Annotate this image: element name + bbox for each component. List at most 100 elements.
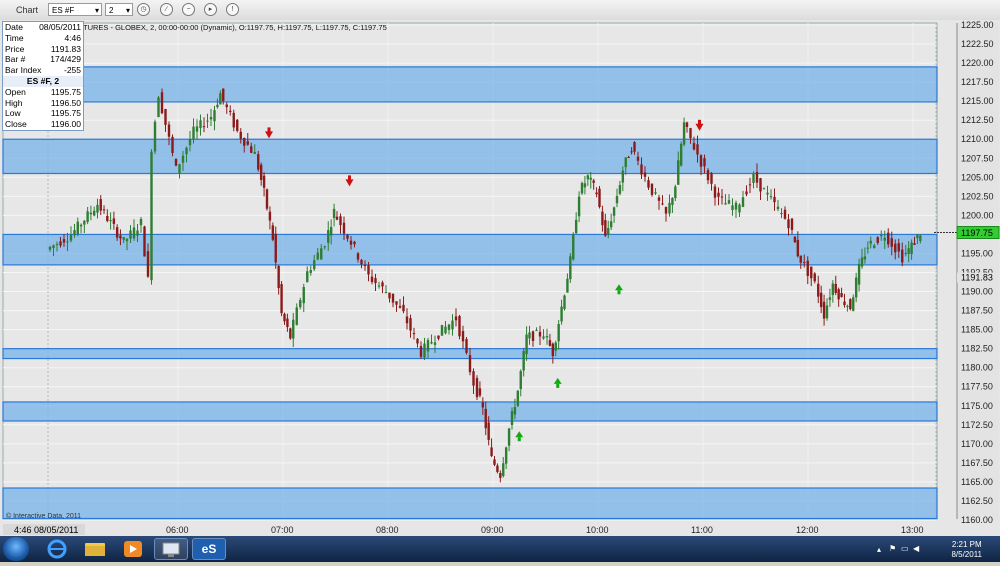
candle-body <box>259 164 263 180</box>
candle-body <box>283 313 286 322</box>
chart-toolbar: Chart ES #F ▾ 2 ▾ ◷ ∕ − ▸ ! <box>0 0 1000 21</box>
candle-body <box>106 215 109 222</box>
info-row: Time 4:46 <box>3 33 83 44</box>
candle-body <box>289 328 292 339</box>
candle-body <box>139 219 143 226</box>
candle-body <box>160 92 164 114</box>
candle-body <box>671 198 674 206</box>
candle-body <box>604 220 607 236</box>
candle-body <box>846 305 849 307</box>
candle-body <box>92 210 96 216</box>
candle-body <box>522 351 525 371</box>
y-tick-label: 1190.00 <box>961 287 993 297</box>
x-tick-label: 06:00 <box>166 525 189 535</box>
info-value: 08/05/2011 <box>39 22 81 32</box>
candle-body <box>692 143 696 150</box>
y-tick-label: 1205.00 <box>961 172 994 182</box>
esignal-icon[interactable]: eS <box>192 538 226 560</box>
clock-time: 2:21 PM <box>951 540 982 549</box>
candle-body <box>73 230 76 236</box>
candle-body <box>481 402 485 408</box>
candle-body <box>243 137 246 146</box>
candle-body <box>99 199 102 211</box>
y-tick-label: 1165.00 <box>961 477 993 487</box>
ohlc-value: 1195.75 <box>50 108 81 119</box>
candle-body <box>129 230 132 239</box>
candle-body <box>426 340 430 352</box>
candle-body <box>468 355 472 373</box>
candle-body <box>465 339 468 353</box>
candle-body <box>430 342 433 344</box>
draw-icon[interactable]: ∕ <box>160 3 173 16</box>
candle-body <box>528 332 531 339</box>
candle-body <box>292 319 295 339</box>
candle-body <box>513 407 517 415</box>
candle-body <box>216 104 219 108</box>
volume-icon[interactable]: ◀ <box>913 544 919 553</box>
candle-body <box>607 228 610 235</box>
chart-area[interactable]: 1225.00 1222.50 1220.00 1217.50 1215.00 1212.… <box>0 20 1000 536</box>
candle-body <box>766 192 769 195</box>
interval-combo[interactable]: 2 ▾ <box>105 3 133 16</box>
display-icon[interactable]: ▭ <box>901 544 909 553</box>
y-tick-label: 1217.50 <box>961 77 994 87</box>
info-row: Bar Index -255 <box>3 65 83 76</box>
candle-body <box>346 235 349 239</box>
y-tick-label: 1177.50 <box>961 382 993 392</box>
candle-body <box>883 237 886 241</box>
candle-body <box>706 170 710 181</box>
candle-body <box>627 157 630 159</box>
candle-body <box>563 295 566 309</box>
tray-arrow-icon[interactable]: ▴ <box>877 545 881 554</box>
clock[interactable]: 2:21 PM 8/5/2011 <box>951 540 982 560</box>
candle-body <box>880 234 883 237</box>
candle-body <box>657 197 661 201</box>
candle-body <box>866 247 870 249</box>
candle-body <box>335 216 339 220</box>
ohlc-value: 1195.75 <box>50 86 81 97</box>
candle-body <box>531 331 535 341</box>
candle-body <box>356 253 360 260</box>
candle-body <box>773 196 776 203</box>
candle-body <box>813 273 816 282</box>
media-player-icon[interactable] <box>116 538 150 560</box>
candle-body <box>643 172 647 177</box>
start-button[interactable] <box>3 537 29 561</box>
ohlc-row: Low 1195.75 <box>3 108 83 119</box>
y-tick-label: 1160.00 <box>961 515 993 525</box>
info-row: Date 08/05/2011 <box>3 22 83 33</box>
candle-body <box>76 221 79 235</box>
candle-body <box>475 378 479 398</box>
file-explorer-icon[interactable] <box>78 538 112 560</box>
y-tick-label: 1220.00 <box>961 58 994 68</box>
ohlc-row: Close 1196.00 <box>3 119 83 130</box>
internet-explorer-icon[interactable] <box>40 538 74 560</box>
window-title: Chart <box>16 5 39 15</box>
candle-body <box>192 126 195 140</box>
candle-body <box>890 238 893 247</box>
candle-body <box>615 196 619 204</box>
clock-icon[interactable]: ◷ <box>137 3 150 16</box>
candle-body <box>265 189 269 209</box>
candle-body <box>353 241 356 245</box>
system-tray: ▴ ⚑ ▭ ◀ 2:21 PM 8/5/2011 <box>875 536 1000 562</box>
candle-body <box>229 110 232 113</box>
flag-icon[interactable]: ⚑ <box>889 544 896 553</box>
candle-body <box>741 197 745 207</box>
candle-body <box>395 301 398 305</box>
candle-body <box>679 143 683 166</box>
sell-arrow-shaft <box>698 119 701 125</box>
last-price-label: 1197.75 <box>961 228 993 238</box>
price-chart[interactable]: 1225.00 1222.50 1220.00 1217.50 1215.00 1212.… <box>0 20 1000 536</box>
candle-body <box>381 282 384 287</box>
symbol-combo[interactable]: ES #F ▾ <box>48 3 102 16</box>
play-icon[interactable]: ▸ <box>204 3 217 16</box>
candle-body <box>776 206 780 210</box>
alert-icon[interactable]: ! <box>226 3 239 16</box>
candle-body <box>574 219 578 234</box>
candle-body <box>592 180 595 183</box>
network-icon[interactable] <box>154 538 188 560</box>
y-tick-label: 1212.50 <box>961 115 994 125</box>
candle-body <box>102 209 106 211</box>
minus-icon[interactable]: − <box>182 3 195 16</box>
